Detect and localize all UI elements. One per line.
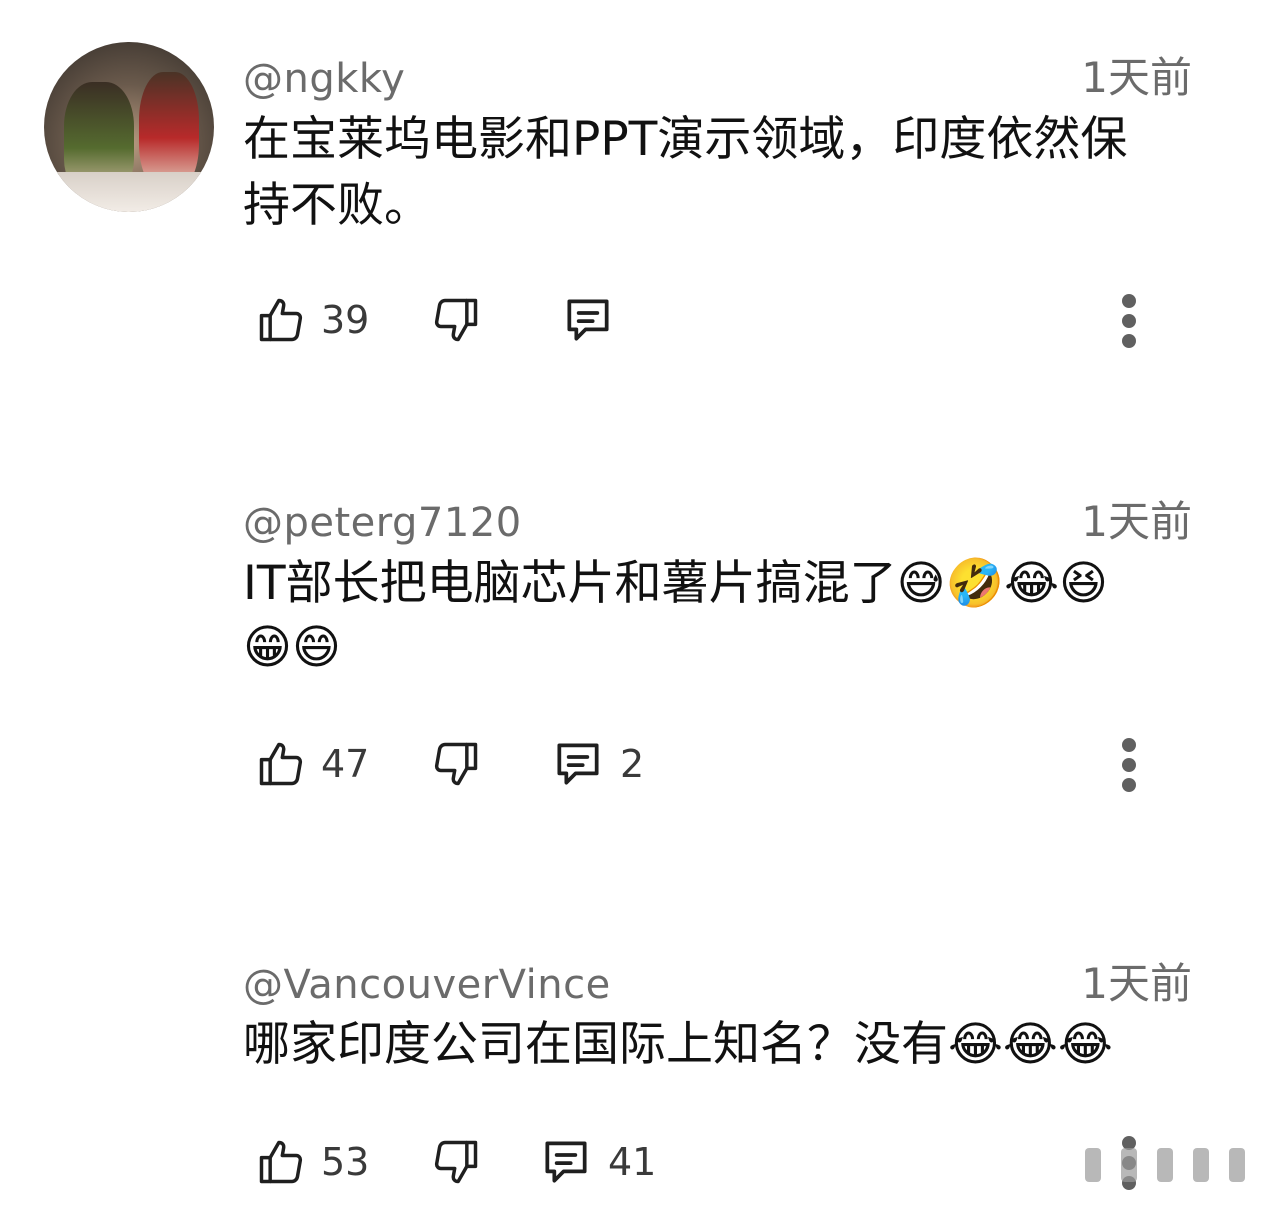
more-vertical-icon [1122,738,1136,792]
like-count: 47 [321,742,370,786]
thumbs-up-icon [255,738,307,790]
comment-time: 1天前 [1081,497,1192,546]
avatar[interactable] [44,42,214,212]
watermark-logo [1085,1140,1255,1185]
comment-author[interactable]: @VancouverVince [243,962,611,1008]
like-button[interactable]: 47 [255,734,369,794]
dislike-button[interactable] [430,1132,482,1192]
reply-button[interactable]: 2 [550,734,644,794]
more-options-button[interactable] [1122,288,1136,354]
thumbs-up-icon [255,294,307,346]
thumbs-down-icon [430,1136,482,1188]
comment-icon [538,1134,594,1190]
like-button[interactable]: 53 [255,1132,369,1192]
thumbs-up-icon [255,1136,307,1188]
comment-icon [550,736,606,792]
reply-count: 41 [608,1140,657,1184]
comment-text: 在宝莱坞电影和PPT演示领域，印度依然保 持不败。 [243,112,1128,233]
comment-text: 哪家印度公司在国际上知名？没有😂😂😂 [243,1017,1113,1072]
dislike-button[interactable] [430,290,482,350]
thumbs-down-icon [430,294,482,346]
like-count: 53 [321,1140,370,1184]
comment-time: 1天前 [1081,959,1192,1008]
more-vertical-icon [1122,294,1136,348]
like-button[interactable]: 39 [255,290,369,350]
comment-time: 1天前 [1081,53,1192,102]
comment-author[interactable]: @ngkky [243,56,405,102]
reply-button[interactable]: 41 [538,1132,656,1192]
comment-author[interactable]: @peterg7120 [243,500,522,546]
comment-icon [560,292,616,348]
comment-text: IT部长把电脑芯片和薯片搞混了😅🤣😂😆 😁😄 [243,556,1109,675]
thumbs-down-icon [430,738,482,790]
reply-count: 2 [620,742,645,786]
like-count: 39 [321,298,370,342]
dislike-button[interactable] [430,734,482,794]
more-options-button[interactable] [1122,732,1136,798]
comment: @ngkky 1天前 在宝莱坞电影和PPT演示领域，印度依然保 持不败。 39 [0,0,1280,400]
reply-button[interactable] [560,290,630,350]
